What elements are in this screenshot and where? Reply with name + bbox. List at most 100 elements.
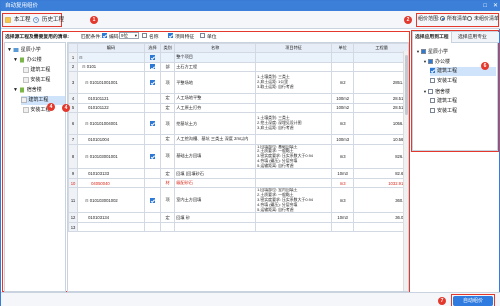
select-cell[interactable] xyxy=(143,71,162,94)
target-checkbox[interactable] xyxy=(427,59,433,65)
code-cell[interactable]: 010101121 xyxy=(77,93,145,104)
table-row[interactable]: 5 010101122 定人工原土打夯 100m2 28.5133 xyxy=(68,102,408,113)
select-cell[interactable] xyxy=(143,93,162,104)
target-checkbox[interactable] xyxy=(430,108,435,114)
code-cell[interactable]: ⊟ 0101 xyxy=(77,61,145,72)
scope-all-radio[interactable] xyxy=(440,16,445,21)
col-header[interactable]: 工程量 xyxy=(353,43,408,53)
source-tree-item[interactable]: ▼ 星辰小学 xyxy=(7,46,41,55)
select-cell[interactable] xyxy=(143,212,162,223)
table-row[interactable]: 9 010103133 定回填 (回填砂石 10m3 82.633 xyxy=(68,168,408,179)
select-cell[interactable] xyxy=(143,112,162,135)
table-row[interactable]: 2 ⊟ 0101 部土石方工程 xyxy=(68,61,408,72)
code-cell[interactable]: 010103133 xyxy=(77,168,145,179)
expand-icon[interactable]: ▼ xyxy=(423,89,427,94)
select-cell[interactable] xyxy=(143,134,162,145)
row-checkbox[interactable] xyxy=(149,121,155,127)
code-cell[interactable] xyxy=(77,221,145,233)
target-checkbox[interactable] xyxy=(430,68,435,74)
row-checkbox[interactable] xyxy=(149,80,155,86)
table-row[interactable]: 8 ⊟ 010103001001 项基础土方回填 1.回填部位: 基础回填土 2.土质要… xyxy=(68,143,408,170)
table-row[interactable]: 13 xyxy=(68,221,408,233)
select-cell[interactable] xyxy=(143,168,162,179)
col-header[interactable]: 编码 xyxy=(77,43,145,53)
name-checkbox[interactable] xyxy=(142,33,147,38)
select-cell[interactable] xyxy=(143,102,162,113)
feature-checkbox[interactable] xyxy=(168,33,173,38)
source-tree-item[interactable]: 建筑工程 xyxy=(23,66,50,75)
col-header[interactable]: 名称 xyxy=(174,43,257,53)
select-cell[interactable] xyxy=(143,143,162,170)
feature-cell xyxy=(255,102,333,113)
expand-icon[interactable]: ▼ xyxy=(416,49,420,54)
unit-checkbox[interactable] xyxy=(200,33,205,38)
table-row[interactable]: 10 04050040 材级配砂石 m3 1032.9135 xyxy=(68,178,408,189)
scroll-thumb[interactable] xyxy=(404,55,408,115)
table-row[interactable]: 7 010101004 定人工挖沟槽、基坑 三类土 深度 2m以内 100m3 10.5… xyxy=(68,134,408,145)
collapse-icon[interactable]: ⊟ xyxy=(79,55,83,60)
tab-apply-major[interactable]: 选择应用专业 xyxy=(456,32,489,43)
code-cell[interactable]: 010101122 xyxy=(77,102,145,113)
source-tree-item-selected[interactable]: 建筑工程 xyxy=(21,96,65,105)
target-checkbox[interactable] xyxy=(430,98,435,104)
source-tree-item[interactable]: 安装工程 xyxy=(23,76,50,85)
code-cell[interactable]: ⊟ 010101001001 xyxy=(77,71,145,94)
digits-select[interactable]: 9位 ▾ xyxy=(119,32,139,39)
expand-icon[interactable]: ▼ xyxy=(13,87,18,93)
select-cell[interactable] xyxy=(143,61,162,72)
table-row[interactable]: 1 ⊟ 整个项目 xyxy=(68,52,408,63)
close-icon[interactable]: ✕ xyxy=(493,2,498,10)
auto-pricing-button[interactable]: 自动组价 xyxy=(453,296,493,306)
target-checkbox[interactable] xyxy=(420,49,426,55)
select-cell[interactable] xyxy=(143,221,162,233)
expand-icon[interactable]: ▼ xyxy=(13,57,18,63)
target-tree-item[interactable]: 安装工程 xyxy=(430,107,457,116)
code-text: 010101004 xyxy=(88,136,110,142)
scope-unpriced-radio[interactable] xyxy=(467,16,472,21)
select-cell[interactable] xyxy=(143,52,162,63)
row-checkbox[interactable] xyxy=(149,54,155,60)
table-row[interactable]: 3 ⊟ 010101001001 项平整场地 1.土壤类别: 三类土 2.弃土运距: 1… xyxy=(68,71,408,94)
code-cell[interactable]: 010103134 xyxy=(77,212,145,223)
code-text: 010103001001 xyxy=(89,153,118,159)
unit-cell: m3 xyxy=(331,187,355,214)
code-cell[interactable]: 010101004 xyxy=(77,134,145,145)
row-checkbox[interactable] xyxy=(149,64,155,70)
code-cell[interactable]: ⊟ 010103001002 xyxy=(77,187,145,214)
code-cell[interactable]: ⊟ 010101004001 xyxy=(77,112,145,135)
table-row[interactable]: 6 ⊟ 010101004001 项挖基坑土方 1.土壤类别: 三类土 2.挖土深度: … xyxy=(68,112,408,135)
target-tree-item[interactable]: ▼ 宿舍楼 xyxy=(423,87,450,96)
col-header[interactable]: 类别 xyxy=(160,43,176,53)
source-tree-item[interactable]: ▼ 宿舍楼 xyxy=(13,86,42,95)
target-checkbox[interactable] xyxy=(427,89,433,95)
history-project-button[interactable]: 历史工程 xyxy=(33,15,64,25)
code-checkbox[interactable] xyxy=(102,33,107,38)
select-cell[interactable] xyxy=(143,178,162,189)
type-cell: 部 xyxy=(160,61,176,72)
unit-cell: m3 xyxy=(331,143,355,170)
expand-icon[interactable]: ▼ xyxy=(423,59,427,64)
expand-icon[interactable]: ▼ xyxy=(7,47,12,53)
tab-apply-project[interactable]: 选择应用到工程 xyxy=(413,32,452,43)
code-cell[interactable]: ⊟ xyxy=(77,52,145,63)
table-row[interactable]: 11 ⊟ 010103001002 项室内土方回填 1.回填部位: 室内回填土 2.土质… xyxy=(68,187,408,214)
col-header[interactable]: 选择 xyxy=(143,43,162,53)
maximize-icon[interactable]: □ xyxy=(483,2,487,10)
table-row[interactable]: 4 010101121 定人工场地平整 100m2 28.5133 xyxy=(68,93,408,104)
this-project-button[interactable]: 本工程 xyxy=(5,15,31,25)
row-checkbox[interactable] xyxy=(149,198,155,204)
row-checkbox[interactable] xyxy=(149,154,155,160)
source-tree-item[interactable]: ▼ 办公楼 xyxy=(13,56,42,65)
col-header[interactable]: 项目特征 xyxy=(255,43,333,53)
target-tree-item[interactable]: 安装工程 xyxy=(430,77,457,86)
code-cell[interactable]: ⊟ 010103001001 xyxy=(77,143,145,170)
grid-scrollbar[interactable] xyxy=(403,51,408,291)
code-cell[interactable]: 04050040 xyxy=(77,178,145,189)
target-checkbox[interactable] xyxy=(430,78,435,84)
target-tree-item[interactable]: ▼ 办公楼 xyxy=(423,57,450,66)
table-row[interactable]: 12 010103134 定回填 砂 10m3 36.069 xyxy=(68,212,408,223)
col-header[interactable]: 单位 xyxy=(331,43,355,53)
target-tree-item[interactable]: ▼ 星辰小学 xyxy=(416,47,448,56)
select-cell[interactable] xyxy=(143,187,162,214)
target-tree-item[interactable]: 建筑工程 xyxy=(430,97,457,106)
